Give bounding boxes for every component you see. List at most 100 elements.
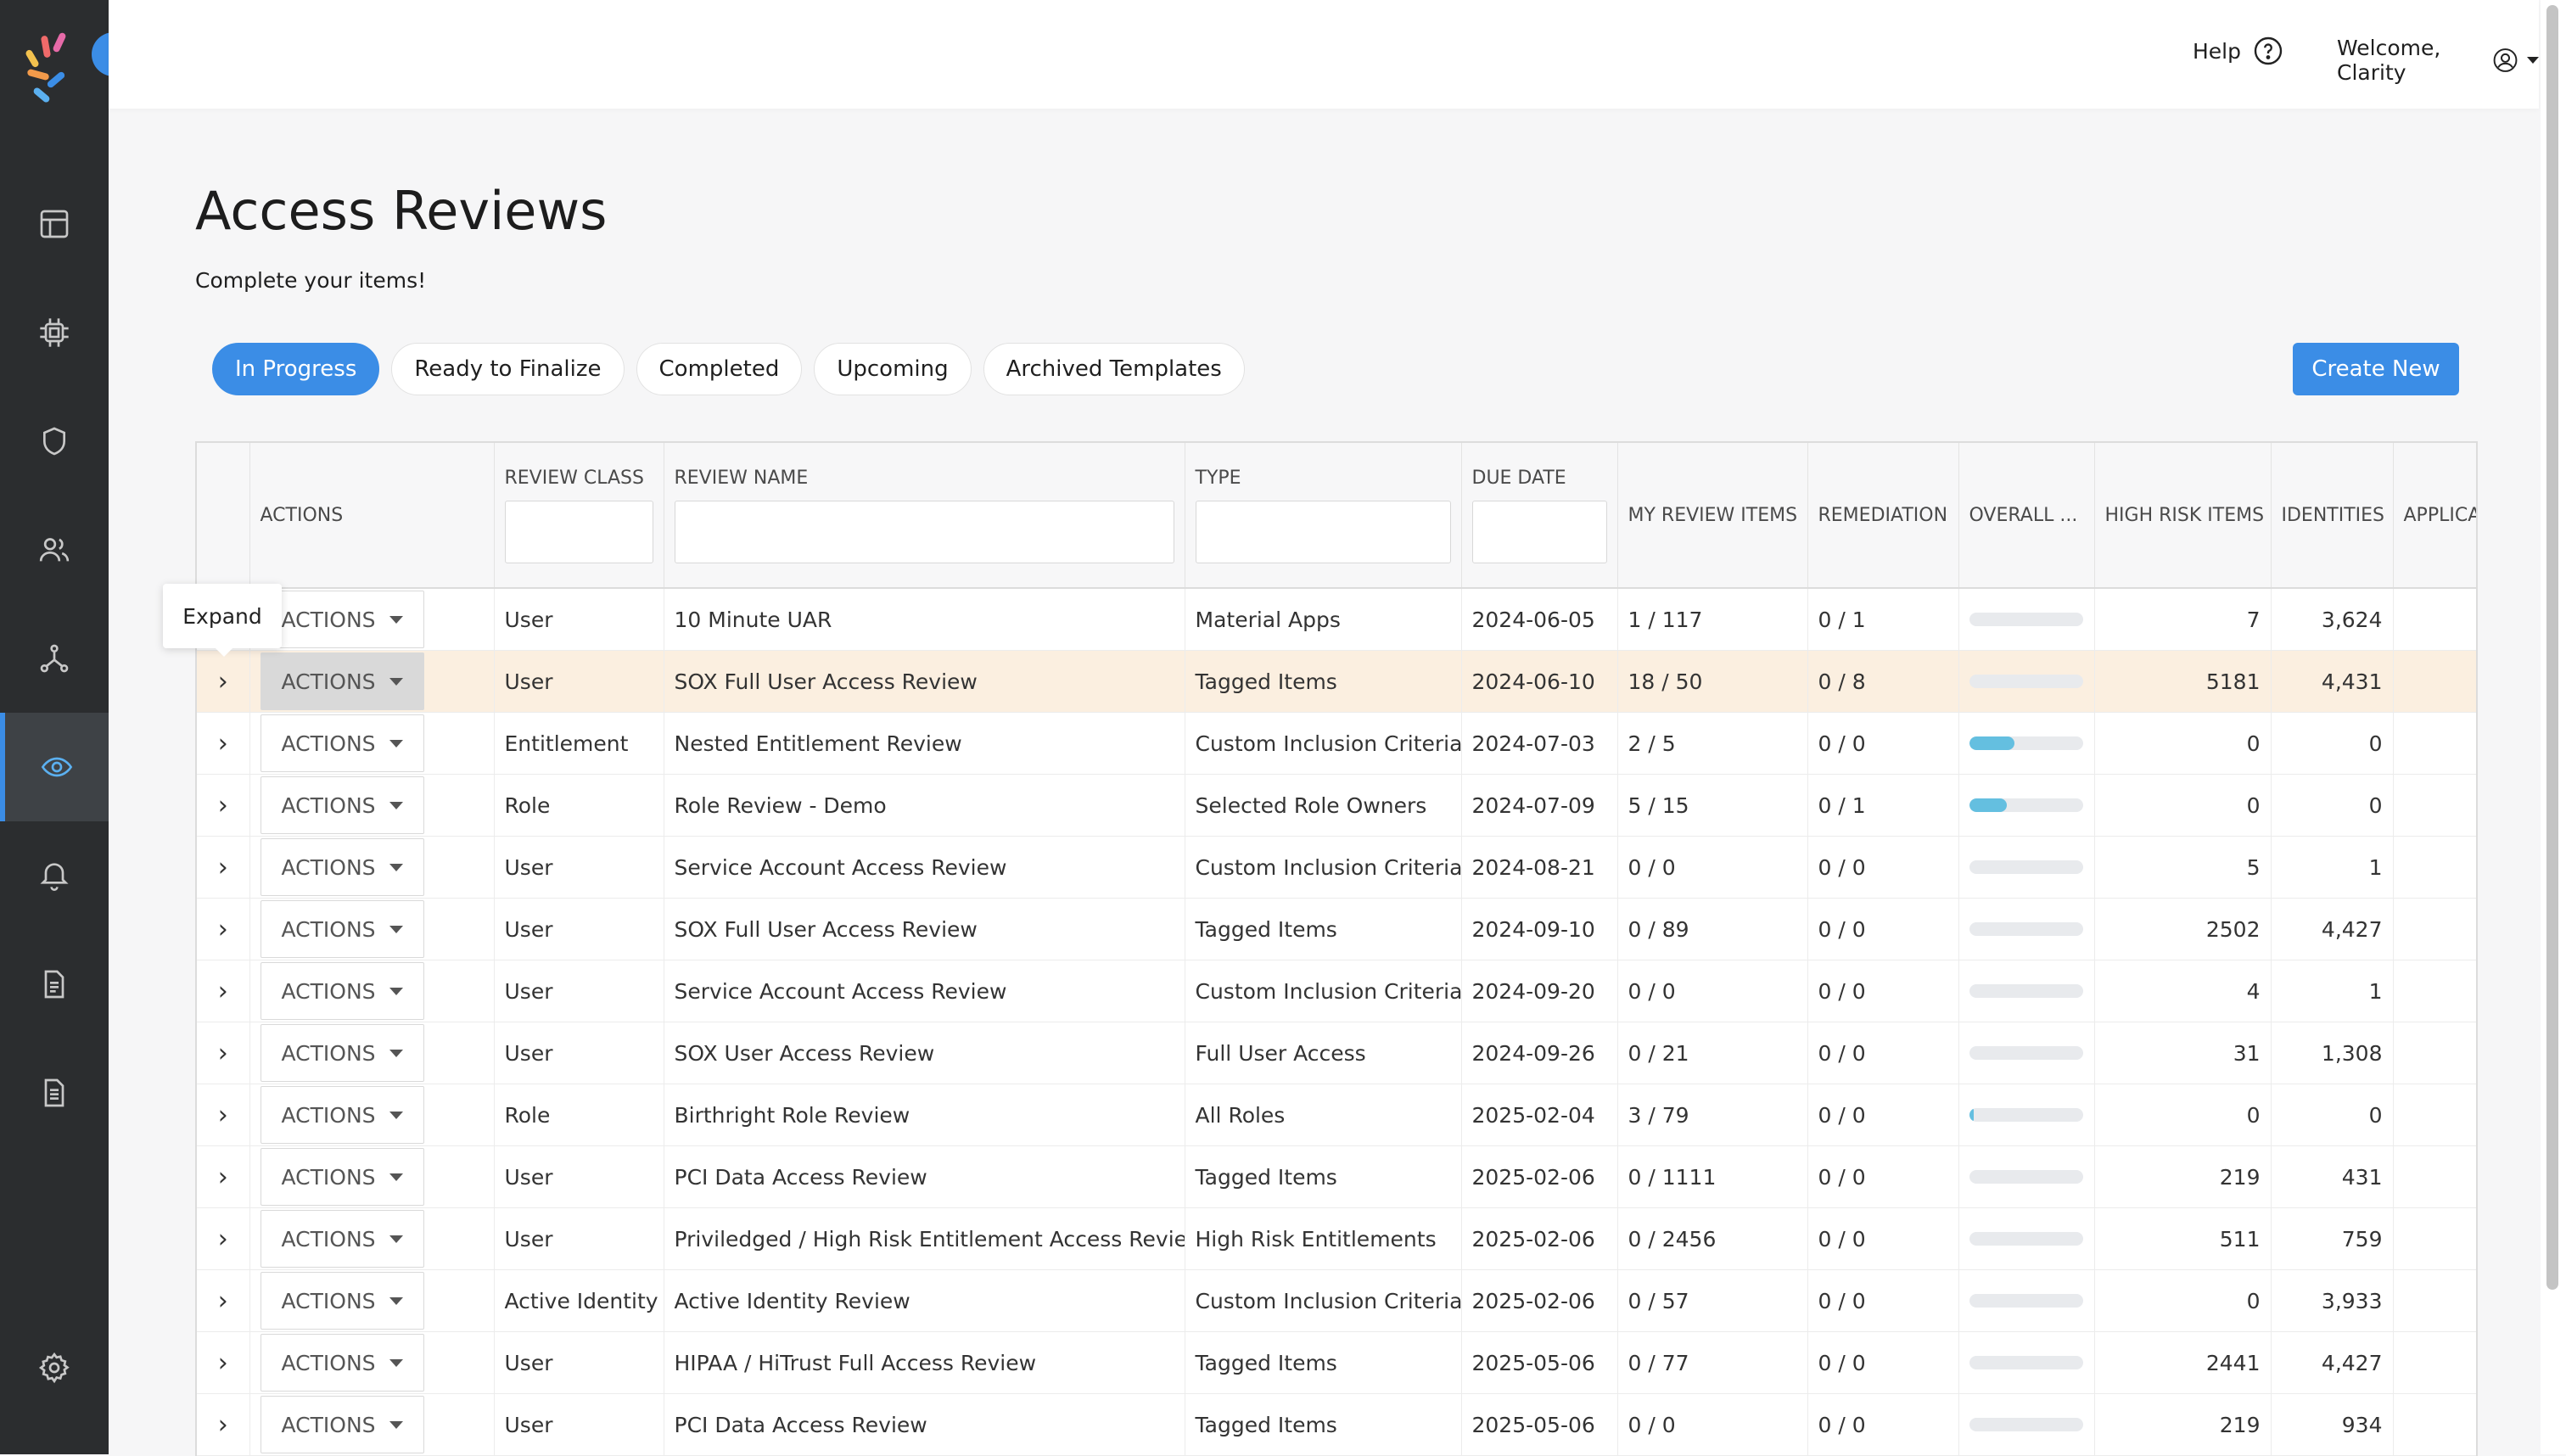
review-name-cell[interactable]: SOX User Access Review xyxy=(664,1022,1185,1084)
review-name-cell[interactable]: Birthright Role Review xyxy=(664,1084,1185,1146)
row-actions-dropdown[interactable]: ACTIONS xyxy=(260,652,424,710)
row-actions-dropdown[interactable]: ACTIONS xyxy=(260,838,424,896)
row-actions-dropdown[interactable]: ACTIONS xyxy=(260,1086,424,1144)
nav-alerts[interactable] xyxy=(0,821,109,930)
chip-icon xyxy=(40,318,69,347)
review-name-cell[interactable]: SOX Full User Access Review xyxy=(664,650,1185,713)
review-name-cell[interactable]: Nested Entitlement Review xyxy=(664,712,1185,775)
due-date-filter-input[interactable] xyxy=(1471,500,1607,563)
chevron-right-icon: › xyxy=(217,1100,228,1130)
review-name-cell[interactable]: SOX Full User Access Review xyxy=(664,898,1185,960)
actions-label: ACTIONS xyxy=(281,1040,376,1066)
review-class-filter-input[interactable] xyxy=(504,500,653,563)
review-name-cell[interactable]: Active Identity Review xyxy=(664,1269,1185,1332)
user-menu[interactable]: Welcome, Clarity xyxy=(2337,36,2539,85)
high-risk-items-cell: 0 xyxy=(2094,774,2272,837)
progress-bar xyxy=(1969,860,2083,874)
row-actions-dropdown[interactable]: ACTIONS xyxy=(260,962,424,1020)
nav-dashboard[interactable] xyxy=(0,170,109,278)
row-expand-button[interactable]: › xyxy=(197,1145,250,1208)
row-actions-dropdown[interactable]: ACTIONS xyxy=(260,1334,424,1392)
nav-identities[interactable] xyxy=(0,496,109,604)
row-actions-dropdown[interactable]: ACTIONS xyxy=(260,900,424,958)
document-icon xyxy=(44,970,64,999)
remediation-cell: 0 / 0 xyxy=(1807,1084,1959,1146)
row-actions-dropdown[interactable]: ACTIONS xyxy=(260,591,424,648)
chevron-right-icon: › xyxy=(217,1224,228,1254)
row-expand-button[interactable]: › xyxy=(197,1022,250,1084)
review-name-cell[interactable]: PCI Data Access Review xyxy=(664,1145,1185,1208)
scrollbar-thumb[interactable] xyxy=(2546,5,2558,1290)
overall-progress-cell xyxy=(1958,1393,2095,1456)
type-cell: Tagged Items xyxy=(1185,1331,1462,1394)
review-name-cell[interactable]: Role Review - Demo xyxy=(664,774,1185,837)
chevron-right-icon: › xyxy=(217,852,228,882)
review-name-cell[interactable]: Service Account Access Review xyxy=(664,836,1185,899)
review-class-cell: User xyxy=(494,1393,664,1456)
review-class-cell: User xyxy=(494,1207,664,1270)
caret-down-icon xyxy=(389,1111,403,1119)
type-filter-input[interactable] xyxy=(1195,500,1451,563)
row-expand-button[interactable]: › xyxy=(197,836,250,899)
row-expand-button[interactable]: › xyxy=(197,1084,250,1146)
row-expand-button[interactable]: › xyxy=(197,774,250,837)
row-expand-button[interactable]: › xyxy=(197,898,250,960)
tab-completed[interactable]: Completed xyxy=(636,343,803,395)
identities-cell: 1,308 xyxy=(2271,1022,2394,1084)
row-actions-dropdown[interactable]: ACTIONS xyxy=(260,1272,424,1330)
nav-security[interactable] xyxy=(0,387,109,496)
high-risk-items-cell: 0 xyxy=(2094,1084,2272,1146)
nav-access-reviews[interactable] xyxy=(0,713,109,821)
remediation-cell: 0 / 0 xyxy=(1807,898,1959,960)
caret-down-icon xyxy=(389,677,403,686)
applications-cell xyxy=(2393,1269,2476,1332)
review-name-cell[interactable]: PCI Data Access Review xyxy=(664,1393,1185,1456)
nav-documents[interactable] xyxy=(0,930,109,1039)
row-actions-dropdown[interactable]: ACTIONS xyxy=(260,1396,424,1453)
tab-upcoming[interactable]: Upcoming xyxy=(814,343,972,395)
nav-integrations[interactable] xyxy=(0,278,109,387)
row-actions-dropdown[interactable]: ACTIONS xyxy=(260,776,424,834)
row-actions-dropdown[interactable]: ACTIONS xyxy=(260,1210,424,1268)
row-expand-button[interactable]: › xyxy=(197,712,250,775)
row-actions-cell: ACTIONS xyxy=(249,1393,495,1456)
row-expand-button[interactable]: › xyxy=(197,1331,250,1394)
my-review-items-cell: 5 / 15 xyxy=(1617,774,1808,837)
overall-progress-cell xyxy=(1958,588,2095,651)
review-name-cell[interactable]: 10 Minute UAR xyxy=(664,588,1185,651)
tab-ready-to-finalize[interactable]: Ready to Finalize xyxy=(391,343,625,395)
row-expand-button[interactable]: › xyxy=(197,960,250,1022)
nav-reports[interactable] xyxy=(0,1039,109,1147)
nav-access-map[interactable] xyxy=(0,604,109,713)
actions-label: ACTIONS xyxy=(281,792,376,818)
chevron-right-icon: › xyxy=(217,1409,228,1440)
review-name-cell[interactable]: HIPAA / HiTrust Full Access Review xyxy=(664,1331,1185,1394)
review-name-cell[interactable]: Service Account Access Review xyxy=(664,960,1185,1022)
row-actions-cell: ACTIONS xyxy=(249,898,495,960)
help-link[interactable]: Help xyxy=(2193,36,2283,66)
remediation-cell: 0 / 0 xyxy=(1807,1393,1959,1456)
row-actions-dropdown[interactable]: ACTIONS xyxy=(260,1024,424,1082)
review-name-filter-input[interactable] xyxy=(674,500,1174,563)
tab-archived-templates[interactable]: Archived Templates xyxy=(983,343,1245,395)
tab-in-progress[interactable]: In Progress xyxy=(212,343,380,395)
row-actions-dropdown[interactable]: ACTIONS xyxy=(260,714,424,772)
page-title: Access Reviews xyxy=(195,180,608,242)
review-name-cell[interactable]: Priviledged / High Risk Entitlement Acce… xyxy=(664,1207,1185,1270)
row-expand-button[interactable]: › xyxy=(197,1269,250,1332)
actions-label: ACTIONS xyxy=(281,669,376,694)
nav-settings[interactable] xyxy=(0,1313,109,1422)
due-date-cell: 2024-08-21 xyxy=(1461,836,1618,899)
chevron-right-icon: › xyxy=(217,790,228,820)
create-new-button[interactable]: Create New xyxy=(2293,343,2459,395)
overall-progress-cell xyxy=(1958,1207,2095,1270)
caret-down-icon xyxy=(389,1235,403,1243)
table-header-row: ACTIONS REVIEW CLASS REVIEW NAME TYPE DU… xyxy=(197,443,2476,589)
row-expand-button[interactable]: › xyxy=(197,1393,250,1456)
remediation-cell: 0 / 0 xyxy=(1807,1331,1959,1394)
row-actions-dropdown[interactable]: ACTIONS xyxy=(260,1148,424,1206)
my-review-items-cell: 0 / 21 xyxy=(1617,1022,1808,1084)
identities-cell: 4,431 xyxy=(2271,650,2394,713)
row-expand-button[interactable]: › xyxy=(197,1207,250,1270)
row-expand-button[interactable]: › xyxy=(197,650,250,713)
